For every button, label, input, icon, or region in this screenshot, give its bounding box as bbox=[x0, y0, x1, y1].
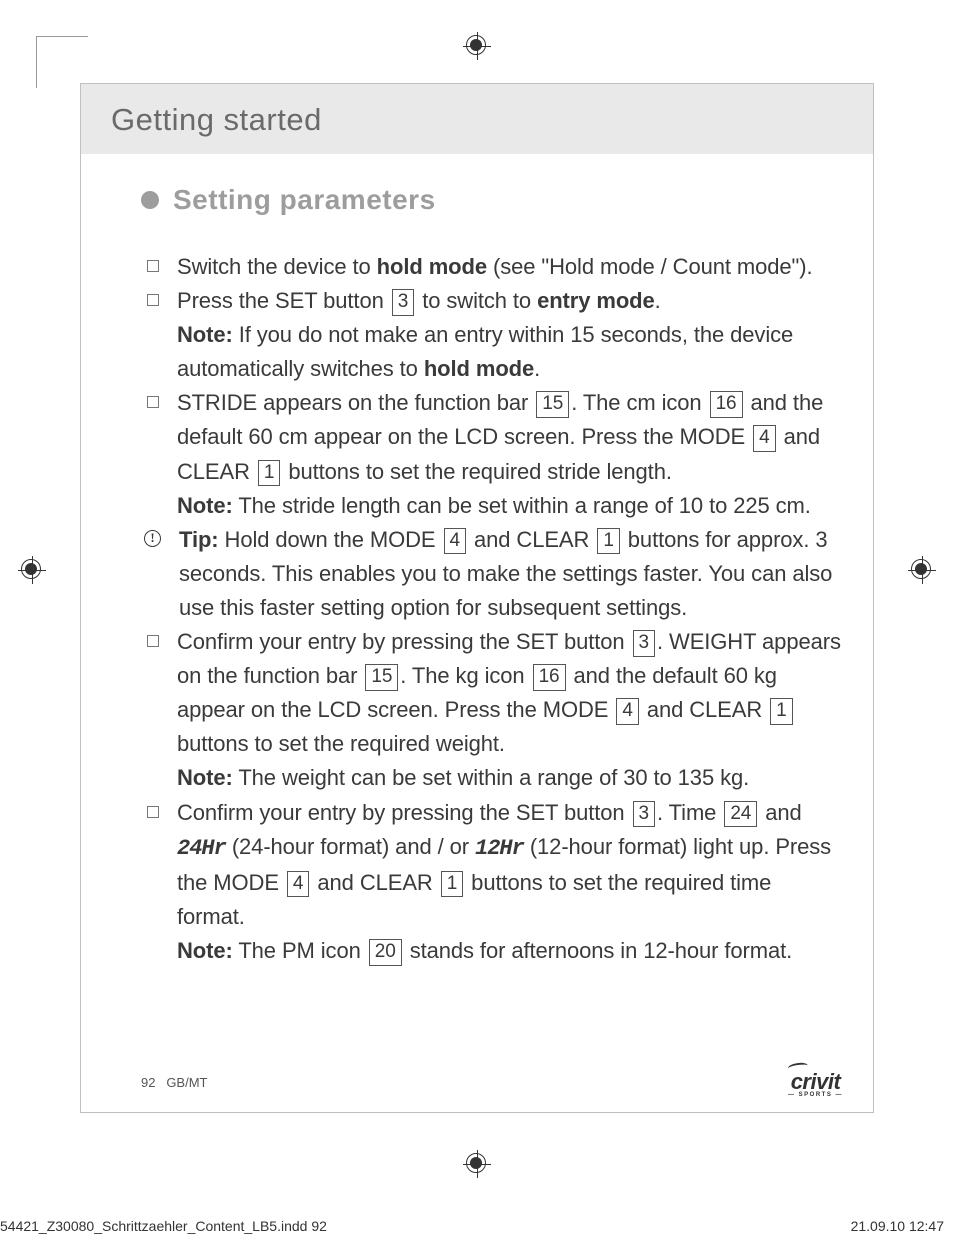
reference-number-box: 1 bbox=[258, 460, 280, 487]
item-text: Switch the device to hold mode (see "Hol… bbox=[177, 250, 843, 284]
list-item: Confirm your entry by pressing the SET b… bbox=[141, 796, 843, 968]
registration-mark-top bbox=[463, 32, 491, 60]
item-text: Confirm your entry by pressing the SET b… bbox=[177, 796, 843, 968]
list-item: Switch the device to hold mode (see "Hol… bbox=[141, 250, 843, 284]
reference-number-box: 4 bbox=[616, 698, 638, 725]
reference-number-box: 3 bbox=[392, 289, 414, 316]
reference-number-box: 16 bbox=[710, 391, 743, 418]
footer-lang: GB/MT bbox=[166, 1075, 207, 1090]
checkbox-icon bbox=[147, 294, 159, 306]
list-item: Confirm your entry by pressing the SET b… bbox=[141, 625, 843, 795]
checkbox-icon bbox=[147, 260, 159, 272]
item-text: STRIDE appears on the function bar 15. T… bbox=[177, 386, 843, 522]
page-frame: Getting started Setting parameters Switc… bbox=[80, 83, 874, 1113]
reference-number-box: 24 bbox=[724, 801, 757, 828]
reference-number-box: 15 bbox=[536, 391, 569, 418]
item-text: Tip: Hold down the MODE 4 and CLEAR 1 bu… bbox=[179, 523, 843, 625]
reference-number-box: 20 bbox=[369, 939, 402, 966]
list-item: STRIDE appears on the function bar 15. T… bbox=[141, 386, 843, 522]
info-icon: ! bbox=[144, 530, 161, 547]
item-list: Switch the device to hold mode (see "Hol… bbox=[141, 250, 843, 968]
registration-mark-left bbox=[18, 556, 46, 584]
brand-name: crivit bbox=[788, 1069, 843, 1095]
reference-number-box: 4 bbox=[444, 528, 466, 555]
list-item: ! Tip: Hold down the MODE 4 and CLEAR 1 b… bbox=[141, 523, 843, 625]
page-footer: 92 GB/MT bbox=[141, 1075, 207, 1090]
reference-number-box: 1 bbox=[770, 698, 792, 725]
reference-number-box: 1 bbox=[441, 871, 463, 898]
page-number: 92 bbox=[141, 1075, 155, 1090]
section-bullet-icon bbox=[141, 191, 159, 209]
checkbox-icon bbox=[147, 635, 159, 647]
section-title: Setting parameters bbox=[141, 184, 843, 216]
reference-number-box: 16 bbox=[533, 664, 566, 691]
item-text: Confirm your entry by pressing the SET b… bbox=[177, 625, 843, 795]
brand-logo: crivit — SPORTS — bbox=[788, 1069, 843, 1098]
list-item: Press the SET button 3 to switch to entr… bbox=[141, 284, 843, 386]
reference-number-box: 3 bbox=[633, 630, 655, 657]
reference-number-box: 4 bbox=[287, 871, 309, 898]
reference-number-box: 3 bbox=[633, 801, 655, 828]
item-text: Press the SET button 3 to switch to entr… bbox=[177, 284, 843, 386]
registration-mark-right bbox=[908, 556, 936, 584]
page-content: Setting parameters Switch the device to … bbox=[81, 154, 873, 968]
imprint-datetime: 21.09.10 12:47 bbox=[851, 1218, 944, 1234]
section-title-text: Setting parameters bbox=[173, 184, 436, 216]
checkbox-icon bbox=[147, 806, 159, 818]
registration-mark-bottom bbox=[463, 1150, 491, 1178]
checkbox-icon bbox=[147, 396, 159, 408]
reference-number-box: 4 bbox=[753, 425, 775, 452]
crop-mark-corner bbox=[36, 36, 88, 88]
page-header: Getting started bbox=[81, 84, 873, 154]
reference-number-box: 15 bbox=[365, 664, 398, 691]
reference-number-box: 1 bbox=[597, 528, 619, 555]
imprint-file: 54421_Z30080_Schrittzaehler_Content_LB5.… bbox=[0, 1218, 327, 1234]
